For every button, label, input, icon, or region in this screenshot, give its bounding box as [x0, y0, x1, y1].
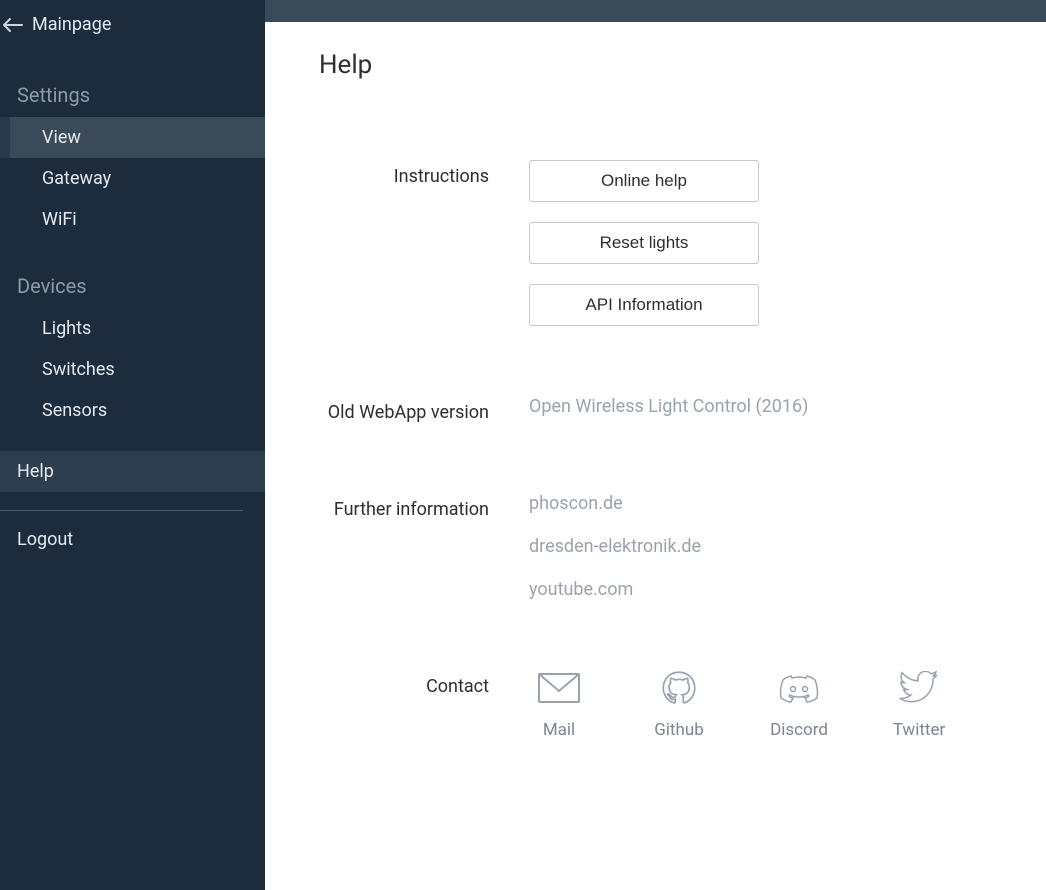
contact-discord[interactable]: Discord — [769, 670, 829, 740]
twitter-icon — [897, 670, 941, 706]
button-api-information[interactable]: API Information — [529, 284, 759, 326]
nav-item-switches[interactable]: Switches — [0, 349, 265, 390]
section-header-settings: Settings — [0, 49, 265, 117]
nav-item-gateway[interactable]: Gateway — [0, 158, 265, 199]
row-old-webapp: Old WebApp version Open Wireless Light C… — [319, 396, 992, 423]
mail-icon — [537, 670, 581, 706]
nav-item-view[interactable]: View — [0, 117, 265, 158]
nav-item-help[interactable]: Help — [0, 451, 265, 492]
topbar — [265, 0, 1046, 22]
button-online-help[interactable]: Online help — [529, 160, 759, 202]
further-info-links: phoscon.de dresden-elektronik.de youtube… — [529, 493, 992, 600]
label-further-info: Further information — [319, 493, 529, 600]
section-header-devices: Devices — [0, 240, 265, 308]
page-title: Help — [319, 50, 992, 80]
contact-twitter-label: Twitter — [893, 720, 945, 740]
button-reset-lights[interactable]: Reset lights — [529, 222, 759, 264]
link-dresden-elektronik[interactable]: dresden-elektronik.de — [529, 536, 992, 557]
nav-item-logout[interactable]: Logout — [0, 511, 265, 560]
back-to-mainpage[interactable]: Mainpage — [0, 0, 265, 49]
contact-github[interactable]: Github — [649, 670, 709, 740]
label-instructions: Instructions — [319, 160, 529, 326]
link-old-webapp[interactable]: Open Wireless Light Control (2016) — [529, 396, 992, 417]
row-contact: Contact Mail Github — [319, 670, 992, 740]
contact-items: Mail Github Discord — [529, 670, 992, 740]
github-icon — [657, 670, 701, 706]
sidebar: Mainpage Settings View Gateway WiFi Devi… — [0, 0, 265, 890]
nav-item-sensors[interactable]: Sensors — [0, 390, 265, 431]
label-contact: Contact — [319, 670, 529, 740]
nav-item-lights[interactable]: Lights — [0, 308, 265, 349]
contact-mail-label: Mail — [543, 720, 575, 740]
back-arrow-icon — [0, 17, 24, 33]
instructions-buttons: Online help Reset lights API Information — [529, 160, 992, 326]
main-area: Help Instructions Online help Reset ligh… — [265, 0, 1046, 890]
old-webapp-content: Open Wireless Light Control (2016) — [529, 396, 992, 423]
link-youtube[interactable]: youtube.com — [529, 579, 992, 600]
row-further-info: Further information phoscon.de dresden-e… — [319, 493, 992, 600]
contact-twitter[interactable]: Twitter — [889, 670, 949, 740]
contact-mail[interactable]: Mail — [529, 670, 589, 740]
content: Help Instructions Online help Reset ligh… — [265, 22, 1046, 890]
link-phoscon[interactable]: phoscon.de — [529, 493, 992, 514]
discord-icon — [777, 670, 821, 706]
contact-discord-label: Discord — [770, 720, 828, 740]
nav-item-wifi[interactable]: WiFi — [0, 199, 265, 240]
back-label: Mainpage — [32, 14, 111, 35]
label-old-webapp: Old WebApp version — [319, 396, 529, 423]
row-instructions: Instructions Online help Reset lights AP… — [319, 160, 992, 326]
contact-github-label: Github — [654, 720, 704, 740]
